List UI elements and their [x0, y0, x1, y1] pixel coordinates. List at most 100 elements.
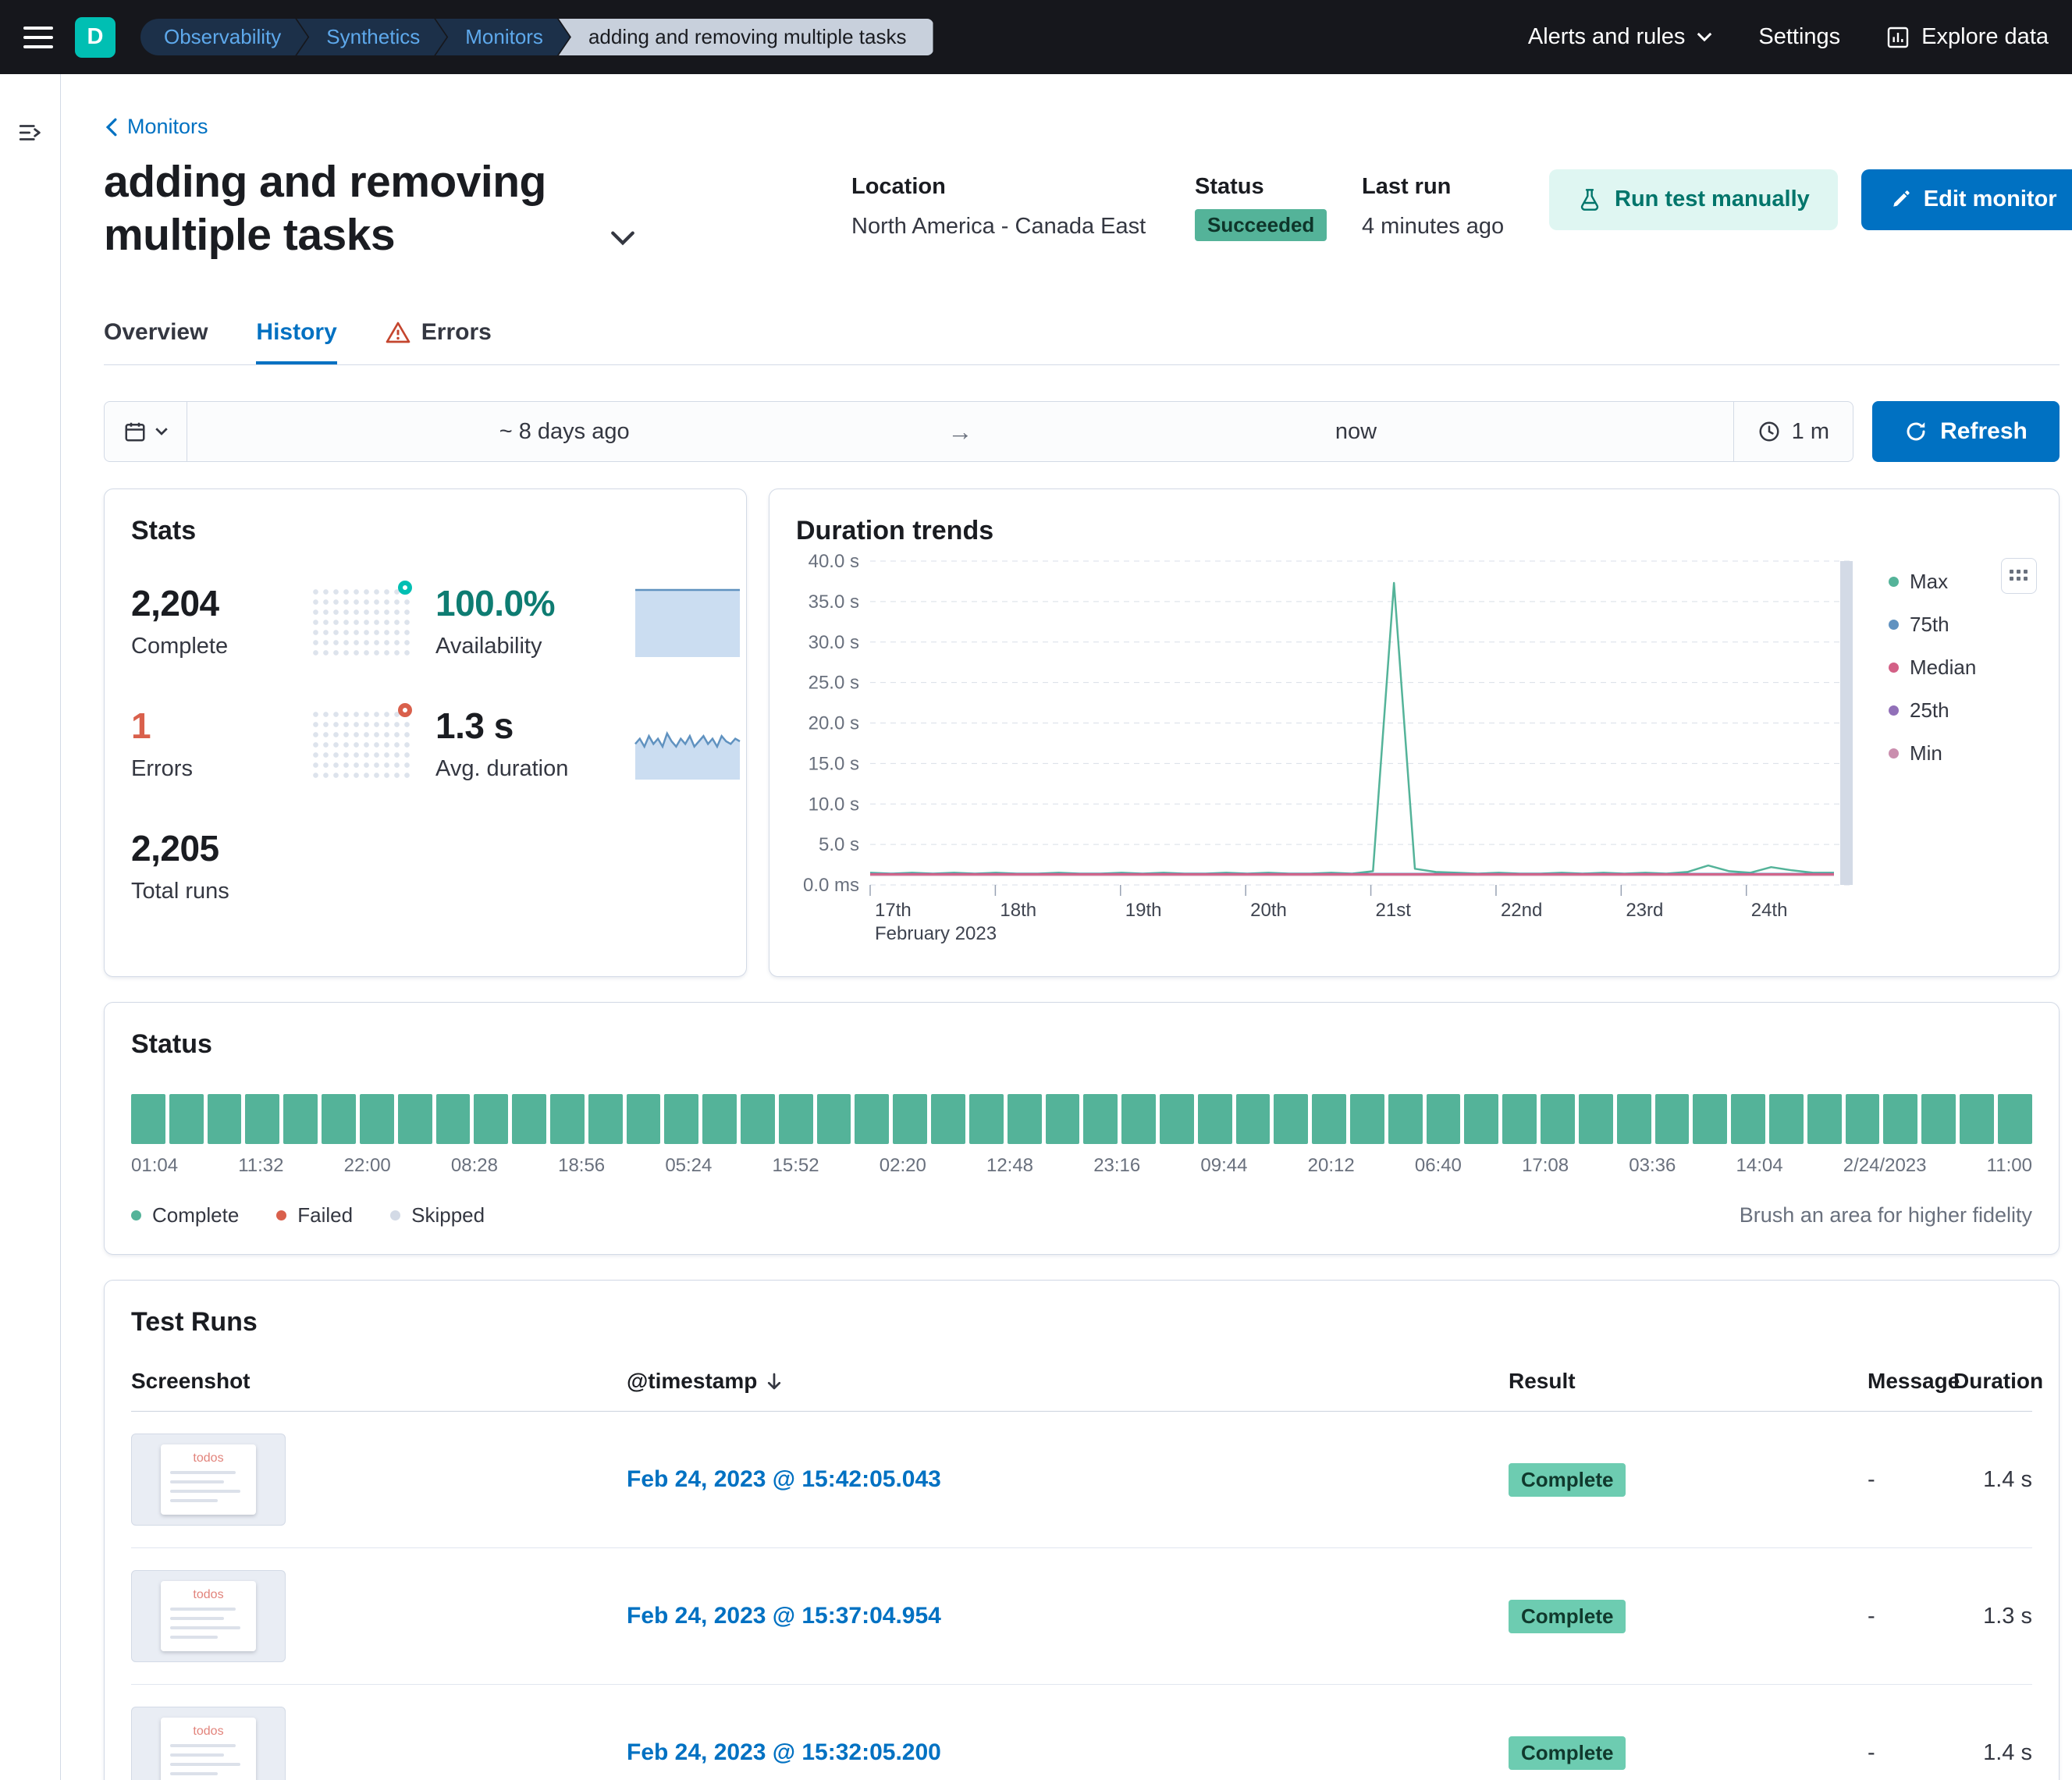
duration-trends-chart-area[interactable]: 0.0 ms5.0 s10.0 s15.0 s20.0 s25.0 s30.0 … — [796, 549, 1889, 950]
explore-data-icon — [1885, 25, 1910, 50]
status-panel: Status 01:0411:3222:0008:2818:5605:2415:… — [104, 1002, 2060, 1255]
status-bar — [1160, 1094, 1194, 1144]
result-badge: Complete — [1509, 1600, 1626, 1633]
breadcrumb-observability[interactable]: Observability — [140, 19, 307, 55]
test-run-timestamp-link[interactable]: Feb 24, 2023 @ 15:42:05.043 — [627, 1466, 941, 1492]
status-bar — [1693, 1094, 1727, 1144]
stat-errors: 1 Errors — [131, 705, 304, 782]
date-range-end[interactable]: now — [979, 419, 1733, 445]
stat-avg-duration-value: 1.3 s — [435, 705, 627, 747]
status-x-label: 09:44 — [1200, 1155, 1247, 1177]
edit-monitor-button[interactable]: Edit monitor — [1861, 169, 2072, 230]
stat-avg-duration-label: Avg. duration — [435, 756, 627, 782]
duration-sparkline — [634, 708, 741, 781]
screenshot-thumbnail[interactable]: todos — [131, 1570, 286, 1662]
legend-dot-icon — [276, 1210, 286, 1220]
status-x-label: 01:04 — [131, 1155, 178, 1177]
status-bar — [1960, 1094, 1994, 1144]
status-x-label: 12:48 — [986, 1155, 1033, 1177]
stat-complete-label: Complete — [131, 634, 304, 659]
svg-text:February 2023: February 2023 — [875, 923, 997, 944]
legend-label: Max — [1910, 570, 1948, 594]
screenshot-app-title: todos — [193, 1725, 223, 1738]
status-x-label: 11:00 — [1987, 1155, 2032, 1177]
legend-item-25th[interactable]: 25th — [1889, 698, 2006, 723]
back-to-monitors-link[interactable]: Monitors — [104, 115, 208, 139]
test-run-timestamp-link[interactable]: Feb 24, 2023 @ 15:37:04.954 — [627, 1603, 941, 1629]
legend-item-75th[interactable]: 75th — [1889, 613, 2006, 637]
legend-label: Min — [1910, 741, 1942, 766]
stat-avg-duration: 1.3 s Avg. duration — [435, 705, 627, 782]
stats-title: Stats — [131, 516, 720, 546]
alerts-and-rules-menu[interactable]: Alerts and rules — [1528, 24, 1714, 50]
svg-text:23rd: 23rd — [1626, 900, 1663, 921]
status-heatmap[interactable] — [131, 1094, 2032, 1144]
test-run-row: todos Feb 24, 2023 @ 15:37:04.954 Complete… — [131, 1548, 2032, 1685]
test-run-timestamp-link[interactable]: Feb 24, 2023 @ 15:32:05.200 — [627, 1739, 941, 1765]
main-menu-button[interactable] — [23, 27, 53, 48]
status-bar — [779, 1094, 813, 1144]
status-bar — [893, 1094, 927, 1144]
tab-overview[interactable]: Overview — [104, 319, 208, 364]
breadcrumb-monitors[interactable]: Monitors — [435, 19, 570, 55]
status-bar — [1655, 1094, 1690, 1144]
status-bar — [1388, 1094, 1423, 1144]
run-test-manually-button[interactable]: Run test manually — [1549, 169, 1838, 230]
screenshot-content-line — [170, 1772, 218, 1775]
expand-sidebar-button[interactable] — [17, 119, 44, 148]
date-range-start[interactable]: ~ 8 days ago — [187, 419, 941, 445]
flask-icon — [1577, 187, 1602, 212]
legend-label: Median — [1910, 656, 1976, 680]
legend-dot-icon — [390, 1210, 400, 1220]
screenshot-thumbnail[interactable]: todos — [131, 1434, 286, 1526]
status-bar — [1008, 1094, 1042, 1144]
status-bar — [1427, 1094, 1461, 1144]
test-runs-table-header: Screenshot @timestamp Result Message Dur… — [131, 1369, 2032, 1412]
legend-item-min[interactable]: Min — [1889, 741, 2006, 766]
settings-link[interactable]: Settings — [1758, 24, 1840, 50]
column-timestamp[interactable]: @timestamp — [627, 1369, 1509, 1394]
status-x-label: 23:16 — [1093, 1155, 1140, 1177]
screenshot-preview-card: todos — [161, 1581, 256, 1651]
monitor-actions: Run test manually Edit monitor — [1549, 155, 2072, 230]
explore-data-link[interactable]: Explore data — [1885, 24, 2049, 50]
svg-text:22nd: 22nd — [1501, 900, 1542, 921]
legend-dot-icon — [1889, 663, 1899, 673]
main-content: Monitors adding and removing multiple ta… — [61, 74, 2072, 1780]
status-bar — [474, 1094, 508, 1144]
screenshot-content-line — [170, 1744, 236, 1747]
breadcrumb-synthetics[interactable]: Synthetics — [297, 19, 446, 55]
tab-errors[interactable]: Errors — [386, 319, 492, 364]
legend-item-max[interactable]: Max — [1889, 570, 2006, 594]
chart-options-button[interactable] — [2001, 558, 2037, 594]
status-bar — [1236, 1094, 1271, 1144]
space-avatar[interactable]: D — [75, 17, 116, 58]
status-bar — [1541, 1094, 1575, 1144]
svg-text:18th: 18th — [1000, 900, 1036, 921]
screenshot-content-line — [170, 1499, 218, 1502]
status-bar — [1731, 1094, 1765, 1144]
grid-icon — [2010, 570, 2028, 582]
legend-item-median[interactable]: Median — [1889, 656, 2006, 680]
refresh-button[interactable]: Refresh — [1872, 401, 2060, 462]
availability-sparkline — [634, 585, 741, 659]
monitor-select-caret-button[interactable] — [610, 229, 636, 249]
quick-select-button[interactable] — [105, 402, 187, 461]
status-bar — [1769, 1094, 1804, 1144]
status-bar — [588, 1094, 623, 1144]
errors-marker-icon — [398, 703, 412, 717]
errors-dot-chart — [311, 709, 412, 781]
status-bar — [1502, 1094, 1537, 1144]
arrow-right-icon: → — [941, 417, 979, 446]
svg-text:35.0 s: 35.0 s — [809, 592, 859, 613]
legend-label: 75th — [1910, 613, 1949, 637]
screenshot-thumbnail[interactable]: todos — [131, 1707, 286, 1780]
status-bar — [208, 1094, 242, 1144]
duration-value: 1.4 s — [1953, 1467, 2032, 1493]
status-bar — [1883, 1094, 1917, 1144]
refresh-interval-button[interactable]: 1 m — [1733, 402, 1853, 461]
refresh-icon — [1904, 420, 1928, 443]
tab-history[interactable]: History — [256, 319, 336, 364]
screenshot-content-line — [170, 1763, 240, 1766]
duration-trends-plot[interactable]: 0.0 ms5.0 s10.0 s15.0 s20.0 s25.0 s30.0 … — [796, 549, 1889, 946]
